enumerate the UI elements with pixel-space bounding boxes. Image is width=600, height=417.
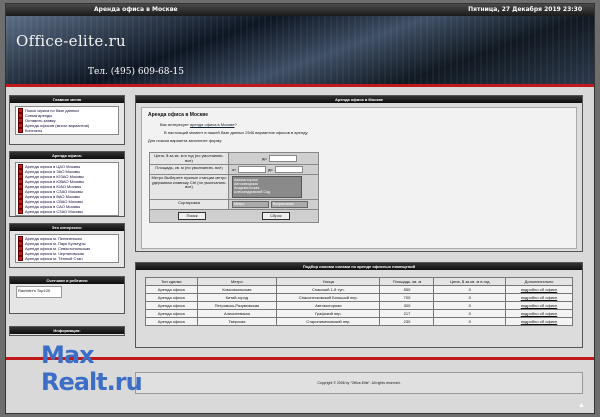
- sort-order-select[interactable]: Возрастание: [271, 201, 308, 208]
- table-row: Аренда офиса Комсомольская Спасский 1-й ту…: [145, 285, 573, 294]
- reset-button[interactable]: Сброс: [262, 212, 290, 220]
- area-to-input[interactable]: [274, 166, 303, 173]
- column-header: Цена, $ за кв. м в год: [433, 277, 506, 286]
- column-header: Метро: [196, 277, 278, 286]
- price-to-label: до: [262, 156, 267, 161]
- menu-item-contacts[interactable]: Контакты: [18, 128, 116, 133]
- search-form: Цена, $ за кв. м в год (по умолчанию- вс…: [149, 152, 319, 223]
- column-header: Дополнительно: [505, 277, 573, 286]
- rambler-counter[interactable]: Rambler's Top100: [16, 286, 62, 298]
- scroll-top-icon[interactable]: ▲: [578, 402, 585, 409]
- window-title: Аренда офиса в Москве: [94, 6, 178, 13]
- bullet-icon: [18, 256, 23, 261]
- search-button[interactable]: Поиск: [178, 212, 206, 220]
- footer: Copyright © 2006 by "Office-Elite". All …: [135, 372, 583, 394]
- main-menu-list: Поиск офиса по базе данных Схема аренды …: [15, 106, 119, 135]
- sort-label: Сортировка: [150, 200, 229, 209]
- area-to-label: до: [267, 167, 273, 172]
- area-label: Площадь, кв. м (по умолчанию- все): [150, 165, 229, 174]
- area-from-input[interactable]: [237, 166, 266, 173]
- top-bar: Аренда офиса в Москве Пятница, 27 Декабр…: [6, 4, 594, 16]
- intro-text: Вас интересует аренда офиса в Москве?: [160, 122, 237, 127]
- table-row: Аренда офиса Петровско-Разумовская Автомот…: [145, 301, 573, 310]
- main-menu-box: Главное меню Поиск офиса по базе данных …: [9, 95, 125, 145]
- office-link[interactable]: Аренда офиса в СЗАО Москвы: [18, 209, 116, 214]
- table-row: Аренда офиса Алексеевская Графский пер. 217…: [145, 309, 573, 318]
- search-content: Аренда офиса в Москве Вас интересует аре…: [141, 107, 577, 249]
- watermark-line-2: Realt.ru: [41, 368, 143, 396]
- price-to-input[interactable]: [268, 155, 297, 162]
- offices-box: Аренда офиса: Аренда офиса в ЦАО Москвы …: [9, 151, 125, 217]
- header-divider: [6, 84, 594, 87]
- details-link[interactable]: подробно об офисе: [521, 311, 558, 316]
- price-label: Цена, $ за кв. м в год (по умолчанию- вс…: [150, 153, 229, 164]
- form-intro: Для поиска варианта заполните форму:: [148, 138, 223, 143]
- interest-list: Аренда офиса м. Пенягинская Аренда офиса…: [15, 234, 119, 263]
- details-link[interactable]: подробно об офисе: [521, 303, 558, 308]
- table-header: Тип сделки Метро Улица Площадь, кв. м Це…: [145, 277, 573, 286]
- date-display: Пятница, 27 Декабря 2019 23:30: [468, 6, 582, 13]
- sort-row: Сортировка Метро Возрастание: [150, 200, 318, 210]
- area-from-label: от: [232, 167, 236, 172]
- details-link[interactable]: подробно об офисе: [521, 295, 558, 300]
- counters-box: Счетчики и рейтинги Rambler's Top100: [9, 276, 125, 314]
- button-row: Поиск Сброс: [150, 210, 318, 222]
- results-table: Тип сделки Метро Улица Площадь, кв. м Це…: [145, 277, 573, 326]
- details-link[interactable]: подробно об офисе: [521, 319, 558, 324]
- site-header: Office-elite.ru Тел. (495) 609-68-15: [6, 16, 594, 84]
- main-menu-title: Главное меню: [10, 96, 124, 103]
- metro-select[interactable]: Авиамоторная Автозаводская Академическая…: [232, 176, 302, 198]
- column-header: Улица: [276, 277, 381, 286]
- bullet-icon: [18, 209, 23, 214]
- column-header: Тип сделки: [145, 277, 198, 286]
- metro-row: Метро Выберите нужные станции метро удер…: [150, 175, 318, 200]
- metro-option[interactable]: Александровский Сад: [234, 190, 300, 194]
- copyright-text: Copyright © 2006 by "Office-Elite". All …: [317, 381, 401, 385]
- intro-link[interactable]: аренда офиса в Москве: [190, 122, 235, 127]
- info-title: Информация:: [10, 327, 124, 334]
- results-title: Подбор своими силами по аренде офисных п…: [136, 263, 582, 270]
- content-heading: Аренда офиса в Москве: [148, 112, 209, 118]
- interest-box: Это интересно: Аренда офиса м. Пенягинск…: [9, 223, 125, 268]
- interest-link[interactable]: Аренда офиса м. Тёплый Стан: [18, 256, 116, 261]
- phone-number: Тел. (495) 609-68-15: [88, 67, 184, 77]
- offices-title: Аренда офиса:: [10, 152, 124, 159]
- table-row: Аренда офиса Тверская Старопименовский пер…: [145, 317, 573, 326]
- metro-label: Метро Выберите нужные станции метро удер…: [150, 175, 229, 199]
- search-panel: Аренда офиса в Москве Аренда офиса в Мос…: [135, 95, 583, 252]
- bullet-icon: [18, 128, 23, 133]
- details-link[interactable]: подробно об офисе: [521, 287, 558, 292]
- site-logo[interactable]: Office-elite.ru: [16, 32, 126, 50]
- count-text: В настоящий момент в нашей базе данных 2…: [164, 130, 309, 135]
- info-box: Информация:: [9, 326, 125, 336]
- offices-list: Аренда офиса в ЦАО Москвы Аренда офиса в…: [15, 162, 119, 216]
- results-panel: Подбор своими силами по аренде офисных п…: [135, 262, 583, 348]
- interest-title: Это интересно:: [10, 224, 124, 231]
- footer-divider: [6, 357, 594, 360]
- column-header: Площадь, кв. м: [379, 277, 435, 286]
- watermark-line-1: Max: [41, 341, 95, 369]
- price-row: Цена, $ за кв. м в год (по умолчанию- вс…: [150, 153, 318, 165]
- area-row: Площадь, кв. м (по умолчанию- все) от до: [150, 165, 318, 175]
- table-row: Аренда офиса Китай-город Спасопесковский Б…: [145, 293, 573, 302]
- sort-field-select[interactable]: Метро: [232, 201, 269, 208]
- search-panel-title: Аренда офиса в Москве: [136, 96, 582, 103]
- counters-title: Счетчики и рейтинги: [10, 277, 124, 284]
